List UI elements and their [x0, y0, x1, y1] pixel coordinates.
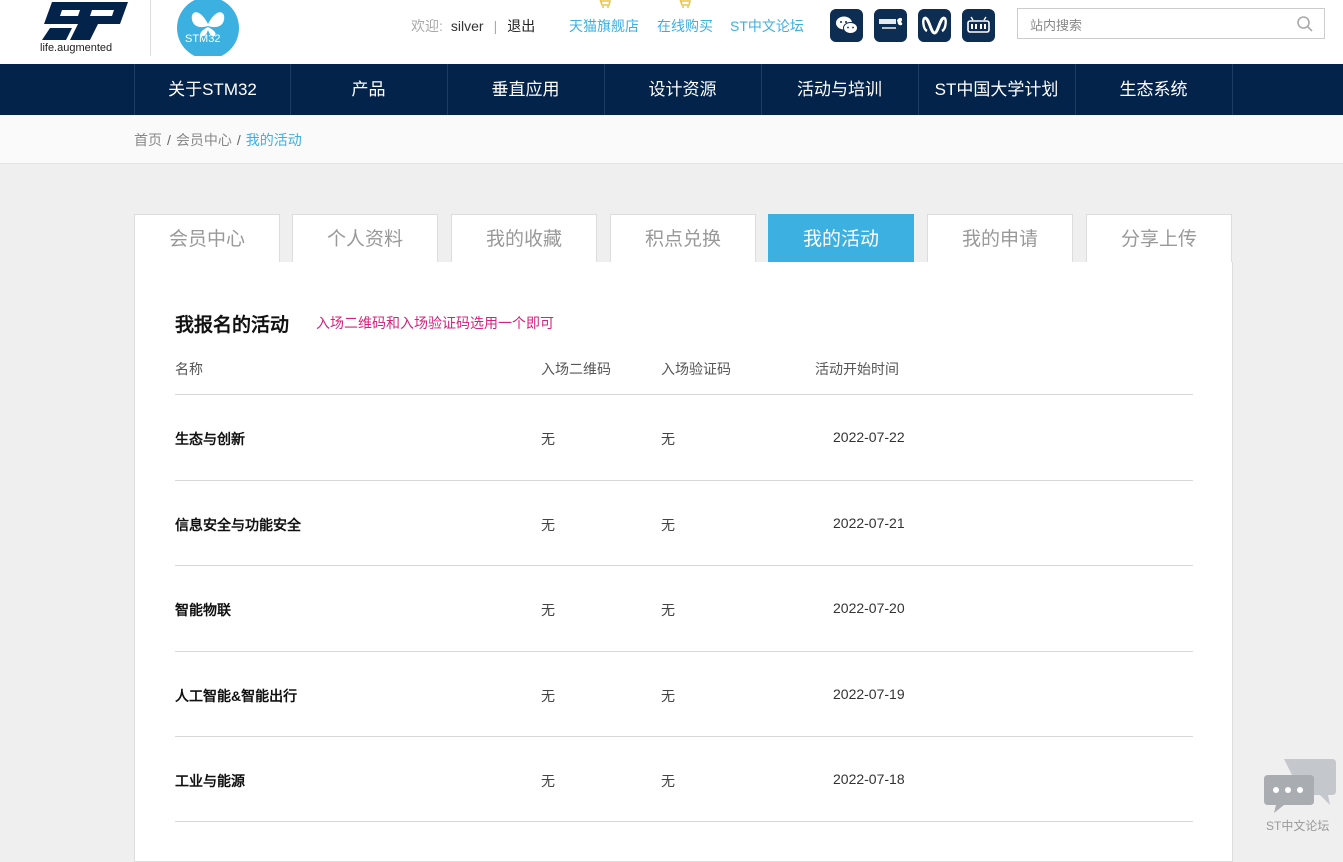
- column-header-start-time: 活动开始时间: [815, 361, 899, 377]
- nav-item-about-stm32[interactable]: 关于STM32: [134, 64, 290, 115]
- logo-divider: [150, 0, 151, 56]
- forum-float-button[interactable]: ST中文论坛: [1262, 755, 1338, 835]
- separator: |: [493, 18, 498, 34]
- activity-qr: 无: [541, 517, 555, 533]
- nav-item-university-program[interactable]: ST中国大学计划: [918, 64, 1074, 115]
- breadcrumb-current: 我的活动: [245, 132, 302, 148]
- section-title: 我报名的活动: [175, 315, 290, 336]
- username: silver: [450, 18, 484, 34]
- activity-date: 2022-07-20: [833, 600, 905, 616]
- cart-icon: [599, 0, 611, 8]
- activity-date: 2022-07-21: [833, 515, 905, 531]
- activity-name[interactable]: 生态与创新: [175, 429, 245, 449]
- table-row: 工业与能源 无 无 2022-07-18: [175, 737, 1193, 823]
- column-header-qr: 入场二维码: [541, 361, 611, 377]
- activity-qr: 无: [541, 431, 555, 447]
- tab-profile[interactable]: 个人资料: [292, 214, 438, 262]
- activity-qr: 无: [541, 688, 555, 704]
- weibo-icon[interactable]: [918, 9, 951, 42]
- stm32-finder-icon[interactable]: [874, 9, 907, 42]
- activity-name[interactable]: 人工智能&智能出行: [175, 686, 297, 706]
- main-nav: 关于STM32 产品 垂直应用 设计资源 活动与培训 ST中国大学计划 生态系统: [0, 64, 1343, 115]
- activity-code: 无: [661, 773, 675, 789]
- activity-date: 2022-07-18: [833, 771, 905, 787]
- forum-float-label: ST中文论坛: [1266, 819, 1330, 833]
- activity-qr: 无: [541, 773, 555, 789]
- activity-code: 无: [661, 431, 675, 447]
- nav-divider: [1232, 64, 1233, 115]
- activity-name[interactable]: 信息安全与功能安全: [175, 515, 301, 535]
- tab-my-applications[interactable]: 我的申请: [927, 214, 1073, 262]
- breadcrumb-member-center[interactable]: 会员中心: [176, 132, 232, 148]
- table-row: 人工智能&智能出行 无 无 2022-07-19: [175, 652, 1193, 738]
- chat-bubble-icon: [1264, 759, 1336, 813]
- welcome-label: 欢迎:: [411, 18, 443, 34]
- breadcrumb-bar: 首页 / 会员中心 / 我的活动: [0, 115, 1343, 164]
- wechat-icon[interactable]: [830, 9, 863, 42]
- nav-item-products[interactable]: 产品: [290, 64, 446, 115]
- activity-name[interactable]: 智能物联: [175, 600, 231, 620]
- activity-name[interactable]: 工业与能源: [175, 771, 245, 791]
- tab-points-exchange[interactable]: 积点兑换: [610, 214, 756, 262]
- bilibili-icon[interactable]: [962, 9, 995, 42]
- stm32-label: STM32: [185, 33, 221, 45]
- st-forum-link[interactable]: ST中文论坛: [730, 15, 804, 37]
- st-logo-mark: [42, 2, 128, 40]
- column-header-name: 名称: [175, 361, 203, 377]
- activity-date: 2022-07-22: [833, 429, 905, 445]
- stm32-butterfly-icon: [177, 0, 239, 59]
- table-row: 生态与创新 无 无 2022-07-22: [175, 395, 1193, 481]
- nav-item-design-resources[interactable]: 设计资源: [604, 64, 760, 115]
- search-icon[interactable]: [1296, 15, 1314, 33]
- breadcrumb: 首页 / 会员中心 / 我的活动: [134, 131, 302, 149]
- logout-link[interactable]: 退出: [507, 15, 535, 37]
- nav-item-vertical-apps[interactable]: 垂直应用: [447, 64, 603, 115]
- st-logo[interactable]: life.augmented: [40, 0, 132, 58]
- cart-icon: [679, 0, 691, 8]
- search-box: [1017, 8, 1325, 39]
- breadcrumb-home[interactable]: 首页: [134, 132, 162, 148]
- tab-my-activities[interactable]: 我的活动: [768, 214, 914, 262]
- user-links: 欢迎: silver | 退出: [411, 15, 535, 37]
- breadcrumb-separator: /: [167, 132, 171, 148]
- stm32-logo[interactable]: STM32: [176, 0, 240, 59]
- search-input[interactable]: [1028, 14, 1292, 36]
- tab-favorites[interactable]: 我的收藏: [451, 214, 597, 262]
- activity-date: 2022-07-19: [833, 686, 905, 702]
- table-row: 智能物联 无 无 2022-07-20: [175, 566, 1193, 652]
- nav-item-events-training[interactable]: 活动与培训: [761, 64, 917, 115]
- top-header: life.augmented STM32 欢迎: silver | 退出 天猫旗舰店 …: [0, 0, 1343, 64]
- tab-member-center[interactable]: 会员中心: [134, 214, 280, 262]
- breadcrumb-separator: /: [236, 132, 241, 148]
- table-divider: [175, 821, 1193, 822]
- activity-code: 无: [661, 602, 675, 618]
- activity-code: 无: [661, 517, 675, 533]
- table-row: 信息安全与功能安全 无 无 2022-07-21: [175, 481, 1193, 567]
- activities-panel: 我报名的活动 入场二维码和入场验证码选用一个即可 名称 入场二维码 入场验证码 …: [134, 262, 1233, 862]
- activity-qr: 无: [541, 602, 555, 618]
- column-header-code: 入场验证码: [661, 361, 731, 377]
- nav-item-ecosystem[interactable]: 生态系统: [1075, 64, 1231, 115]
- tmall-store-link[interactable]: 天猫旗舰店: [569, 15, 639, 37]
- online-buy-link[interactable]: 在线购买: [657, 15, 713, 37]
- section-note: 入场二维码和入场验证码选用一个即可: [316, 315, 554, 331]
- tab-share-upload[interactable]: 分享上传: [1086, 214, 1232, 262]
- st-tagline: life.augmented: [40, 42, 113, 54]
- activity-code: 无: [661, 688, 675, 704]
